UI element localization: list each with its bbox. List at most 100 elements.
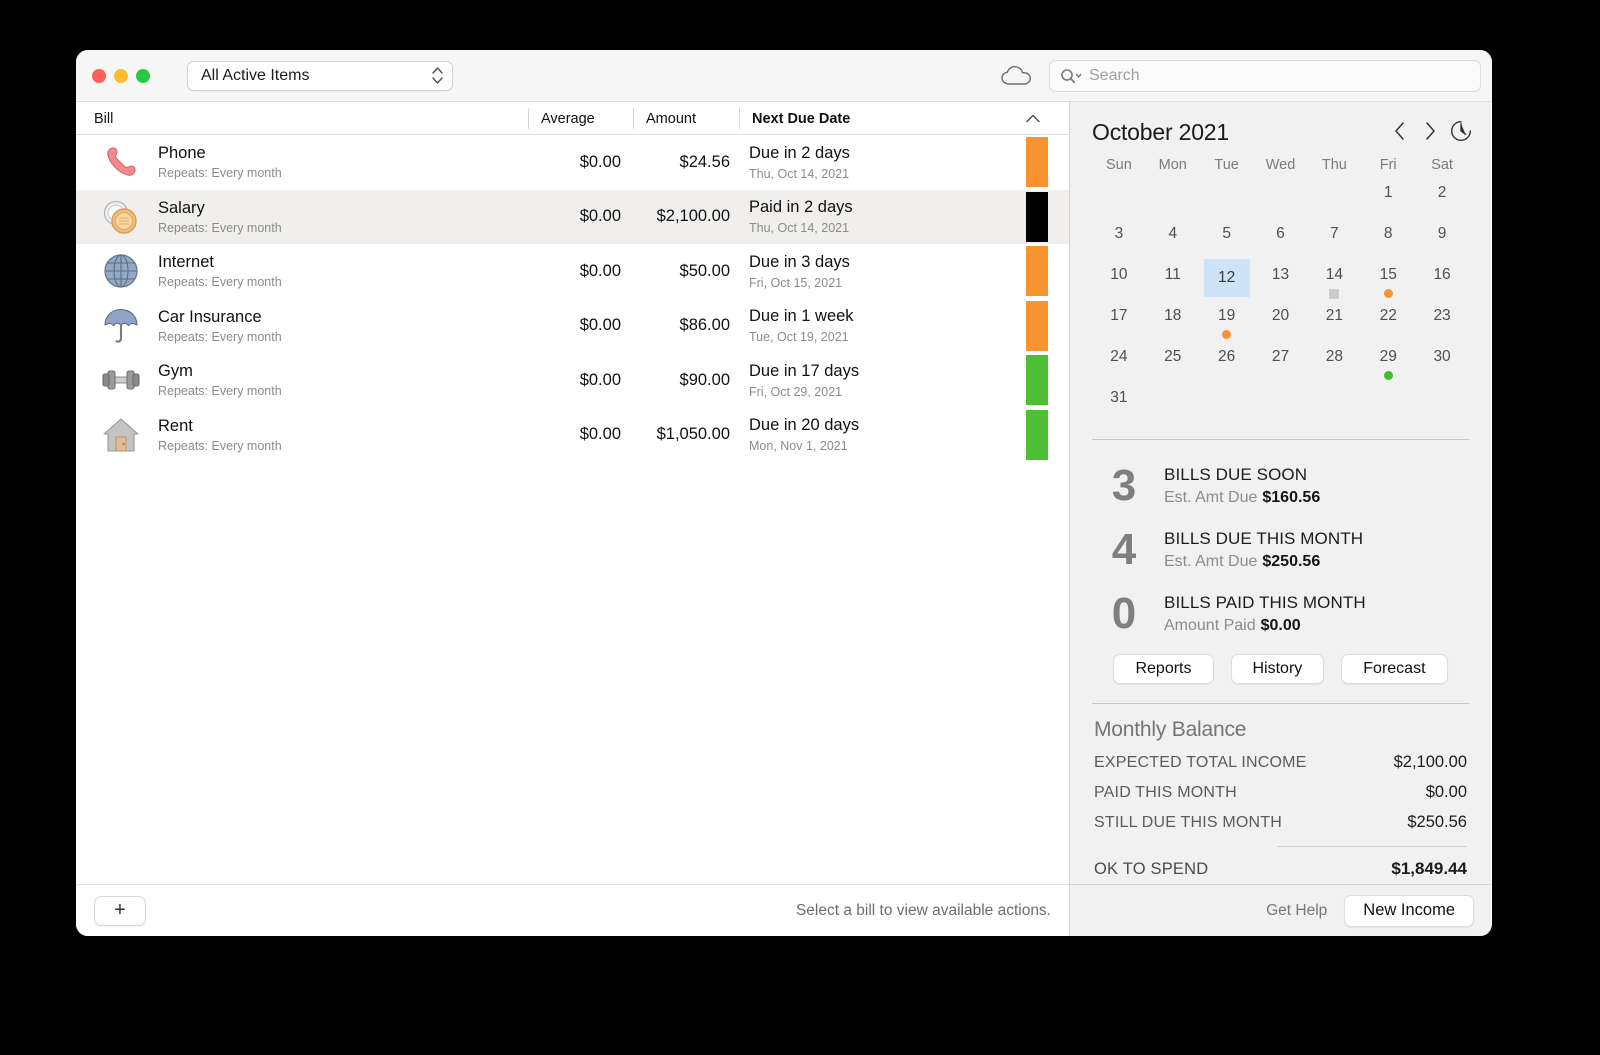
reports-button[interactable]: Reports: [1113, 654, 1213, 684]
cloud-icon[interactable]: [1000, 64, 1034, 88]
calendar-day-marker-orange: [1384, 289, 1393, 298]
calendar-day[interactable]: 28: [1307, 343, 1361, 384]
calendar-day-header: Sat: [1415, 157, 1469, 179]
calendar-day-header: Sun: [1092, 157, 1146, 179]
table-row[interactable]: SalaryRepeats: Every month$0.00$2,100.00…: [76, 190, 1069, 245]
bill-name-group: SalaryRepeats: Every month: [158, 199, 282, 235]
calendar-day[interactable]: 22: [1361, 302, 1415, 343]
column-header-amount[interactable]: Amount: [633, 102, 696, 135]
summary-section: 3BILLS DUE SOONEst. Amt Due$160.564BILLS…: [1070, 440, 1491, 704]
calendar-day-number: 12: [1204, 259, 1250, 297]
forecast-button[interactable]: Forecast: [1341, 654, 1447, 684]
balance-value: $0.00: [1426, 783, 1467, 802]
chevron-left-icon[interactable]: [1388, 118, 1410, 144]
chevron-right-icon[interactable]: [1419, 118, 1441, 144]
table-row[interactable]: Car InsuranceRepeats: Every month$0.00$8…: [76, 299, 1069, 354]
calendar-day[interactable]: 29: [1361, 343, 1415, 384]
bill-average: $0.00: [528, 371, 621, 390]
bill-repeat: Repeats: Every month: [158, 166, 282, 180]
bill-name-group: PhoneRepeats: Every month: [158, 144, 282, 180]
calendar-day[interactable]: 16: [1415, 261, 1469, 302]
column-header-average[interactable]: Average: [528, 102, 595, 135]
calendar-day-number: 17: [1096, 302, 1142, 329]
close-button[interactable]: [92, 69, 106, 83]
calendar-day[interactable]: 4: [1146, 220, 1200, 261]
bill-due-date: Tue, Oct 19, 2021: [749, 330, 854, 344]
calendar-day[interactable]: 19: [1200, 302, 1254, 343]
calendar-day[interactable]: 27: [1254, 343, 1308, 384]
calendar-day[interactable]: 6: [1254, 220, 1308, 261]
calendar-day[interactable]: 20: [1254, 302, 1308, 343]
search-input[interactable]: Search: [1049, 60, 1481, 92]
calendar-day[interactable]: 7: [1307, 220, 1361, 261]
calendar-day-number: 11: [1150, 261, 1196, 288]
history-button[interactable]: History: [1231, 654, 1325, 684]
calendar-day-empty: [1092, 179, 1146, 220]
filter-popup-button[interactable]: All Active Items: [187, 61, 453, 91]
phone-icon: [98, 141, 144, 183]
calendar-day-number: 3: [1096, 220, 1142, 247]
summary-subtitle: Amount Paid$0.00: [1164, 617, 1366, 635]
calendar-day-header: Thu: [1307, 157, 1361, 179]
calendar-day-header: Tue: [1200, 157, 1254, 179]
calendar-day[interactable]: 2: [1415, 179, 1469, 220]
calendar-day[interactable]: 25: [1146, 343, 1200, 384]
column-header-bill[interactable]: Bill: [94, 102, 113, 135]
summary-row: 0BILLS PAID THIS MONTHAmount Paid$0.00: [1092, 582, 1469, 646]
calendar-day-number: 21: [1311, 302, 1357, 329]
get-help-link[interactable]: Get Help: [1266, 902, 1327, 920]
calendar-day[interactable]: 5: [1200, 220, 1254, 261]
calendar-day[interactable]: 21: [1307, 302, 1361, 343]
summary-rows: 3BILLS DUE SOONEst. Amt Due$160.564BILLS…: [1092, 454, 1469, 646]
calendar-day-number: 15: [1365, 261, 1411, 288]
house-icon: [98, 414, 144, 456]
ok-to-spend-label: OK TO SPEND: [1094, 860, 1208, 879]
table-row[interactable]: RentRepeats: Every month$0.00$1,050.00Du…: [76, 408, 1069, 463]
column-divider: [739, 108, 740, 129]
balance-rows: EXPECTED TOTAL INCOME$2,100.00PAID THIS …: [1094, 753, 1467, 832]
calendar-day[interactable]: 1: [1361, 179, 1415, 220]
calendar-day[interactable]: 3: [1092, 220, 1146, 261]
calendar-day-number: 16: [1419, 261, 1465, 288]
bill-due-date: Fri, Oct 15, 2021: [749, 276, 850, 290]
calendar-day[interactable]: 9: [1415, 220, 1469, 261]
summary-count: 4: [1092, 528, 1156, 572]
calendar-day[interactable]: 17: [1092, 302, 1146, 343]
table-row[interactable]: GymRepeats: Every month$0.00$90.00Due in…: [76, 353, 1069, 408]
bill-due-group: Due in 1 weekTue, Oct 19, 2021: [749, 307, 854, 344]
calendar-day[interactable]: 23: [1415, 302, 1469, 343]
calendar-day[interactable]: 31: [1092, 384, 1146, 425]
calendar-day[interactable]: 18: [1146, 302, 1200, 343]
calendar-day[interactable]: 13: [1254, 261, 1308, 302]
calendar-day-empty: [1146, 179, 1200, 220]
calendar-divider: [1092, 439, 1469, 440]
new-income-button[interactable]: New Income: [1344, 895, 1474, 927]
zoom-button[interactable]: [136, 69, 150, 83]
calendar-day[interactable]: 15: [1361, 261, 1415, 302]
add-bill-button[interactable]: +: [94, 896, 146, 926]
table-header: Bill Average Amount Next Due Date: [76, 102, 1069, 135]
monthly-balance-heading: Monthly Balance: [1094, 718, 1467, 742]
table-row[interactable]: InternetRepeats: Every month$0.00$50.00D…: [76, 244, 1069, 299]
table-row[interactable]: PhoneRepeats: Every month$0.00$24.56Due …: [76, 135, 1069, 190]
calendar-day[interactable]: 14: [1307, 261, 1361, 302]
calendar-day-number: 5: [1204, 220, 1250, 247]
calendar-day[interactable]: 11: [1146, 261, 1200, 302]
calendar-day[interactable]: 26: [1200, 343, 1254, 384]
calendar-day-header: Wed: [1254, 157, 1308, 179]
summary-title: BILLS DUE THIS MONTH: [1164, 529, 1363, 549]
balance-label: PAID THIS MONTH: [1094, 784, 1237, 802]
minimize-button[interactable]: [114, 69, 128, 83]
search-icon[interactable]: [1060, 68, 1082, 84]
clock-icon[interactable]: [1450, 118, 1472, 144]
calendar-day[interactable]: 12: [1200, 261, 1254, 302]
monthly-balance-section: Monthly Balance EXPECTED TOTAL INCOME$2,…: [1070, 704, 1491, 884]
calendar-day[interactable]: 10: [1092, 261, 1146, 302]
calendar-day[interactable]: 30: [1415, 343, 1469, 384]
column-header-next-due-date[interactable]: Next Due Date: [739, 102, 850, 135]
bill-due-main: Due in 17 days: [749, 362, 859, 381]
calendar-day[interactable]: 8: [1361, 220, 1415, 261]
calendar-day-empty: [1200, 384, 1254, 425]
calendar-day[interactable]: 24: [1092, 343, 1146, 384]
bill-status-bar: [1026, 137, 1048, 187]
